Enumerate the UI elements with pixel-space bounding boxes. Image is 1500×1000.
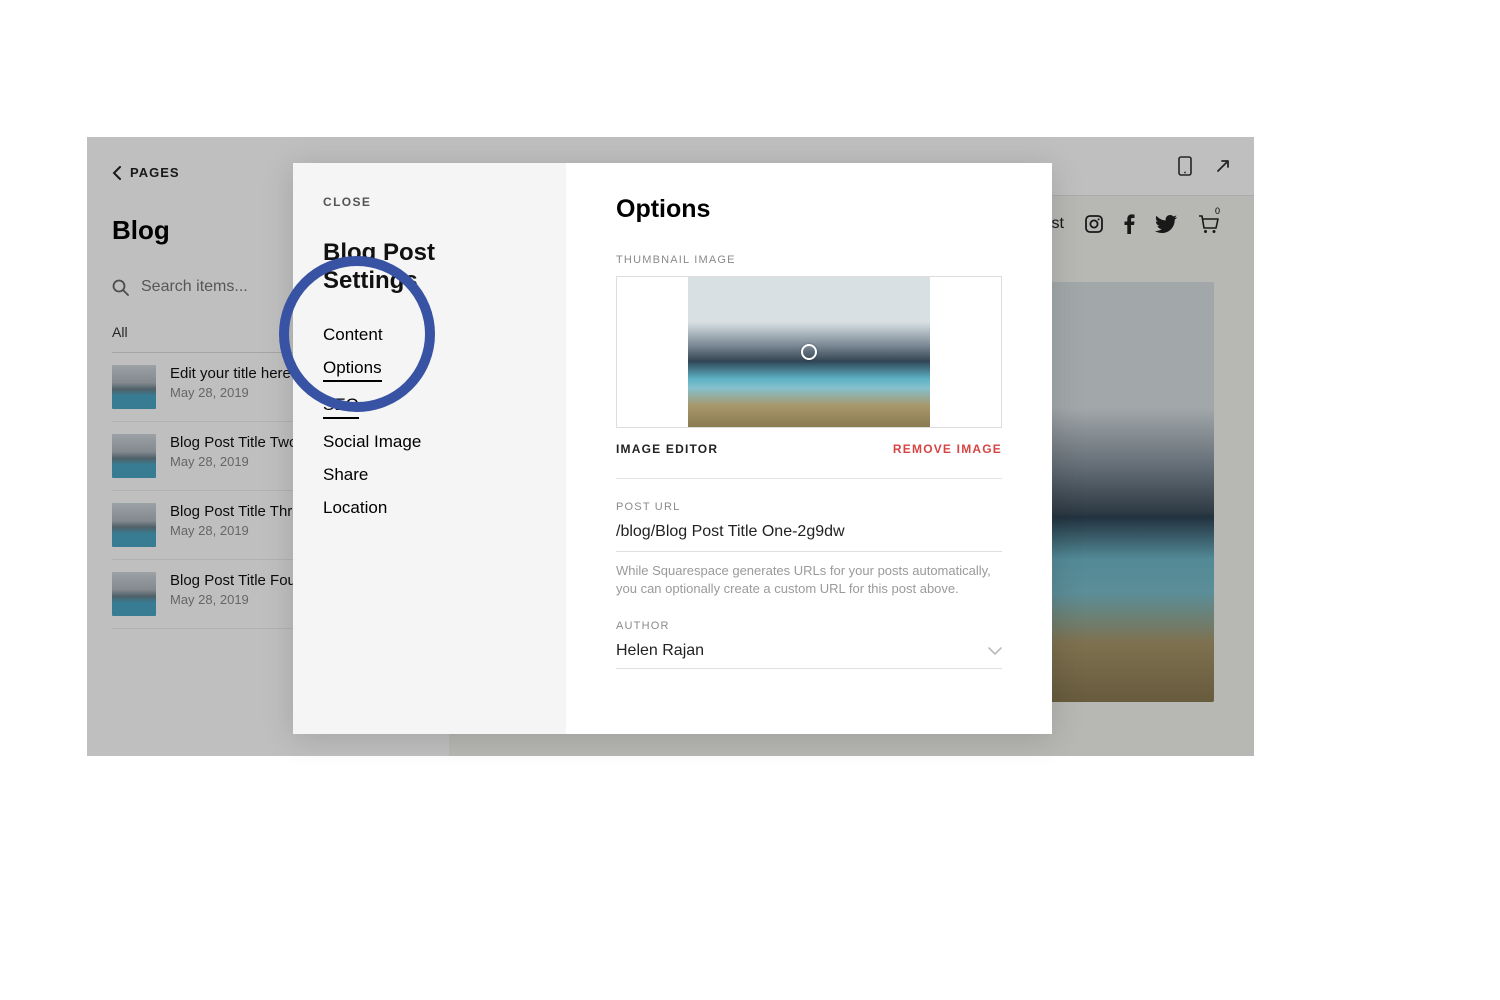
nav-content[interactable]: Content [323, 325, 383, 345]
author-select[interactable]: Helen Rajan [616, 642, 1002, 669]
thumbnail-label: THUMBNAIL IMAGE [616, 254, 1002, 266]
chevron-down-icon [988, 647, 1002, 655]
post-url-helper: While Squarespace generates URLs for you… [616, 562, 1002, 598]
nav-options[interactable]: Options [323, 358, 382, 382]
post-url-section: POST URL /blog/Blog Post Title One-2g9dw… [616, 501, 1002, 598]
author-section: AUTHOR Helen Rajan [616, 620, 1002, 669]
thumbnail-actions: IMAGE EDITOR REMOVE IMAGE [616, 442, 1002, 479]
modal-title: Blog Post Settings [323, 239, 536, 295]
nav-location[interactable]: Location [323, 498, 387, 518]
post-url-label: POST URL [616, 501, 1002, 513]
nav-social-image[interactable]: Social Image [323, 432, 421, 452]
remove-image-button[interactable]: REMOVE IMAGE [893, 442, 1002, 456]
nav-seo[interactable]: SEO [323, 395, 359, 419]
author-value: Helen Rajan [616, 642, 704, 660]
blog-post-settings-modal: CLOSE Blog Post Settings Content Options… [293, 163, 1052, 734]
author-label: AUTHOR [616, 620, 1002, 632]
thumbnail-image-area[interactable] [616, 276, 1002, 428]
settings-nav-pane: CLOSE Blog Post Settings Content Options… [293, 163, 566, 734]
post-url-input[interactable]: /blog/Blog Post Title One-2g9dw [616, 523, 1002, 552]
focal-point-icon[interactable] [801, 344, 817, 360]
options-heading: Options [616, 195, 1002, 224]
nav-share[interactable]: Share [323, 465, 368, 485]
image-editor-button[interactable]: IMAGE EDITOR [616, 442, 718, 456]
close-button[interactable]: CLOSE [323, 195, 536, 209]
settings-content-pane: Options THUMBNAIL IMAGE IMAGE EDITOR REM… [566, 163, 1052, 734]
settings-nav: Content Options SEO Social Image Share L… [323, 325, 536, 518]
